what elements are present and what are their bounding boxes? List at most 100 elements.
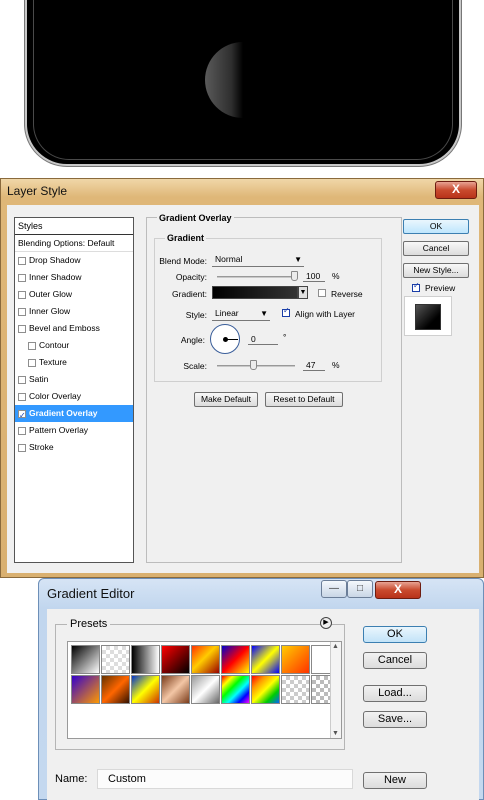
- preview-checkbox[interactable]: [412, 281, 420, 292]
- style-item-color-overlay[interactable]: Color Overlay: [15, 388, 133, 405]
- style-item-pattern-overlay[interactable]: Pattern Overlay: [15, 422, 133, 439]
- gradient-picker[interactable]: [212, 286, 298, 299]
- close-button[interactable]: X: [435, 181, 477, 199]
- presets-menu-arrow-icon[interactable]: ▶: [320, 617, 332, 629]
- angle-input[interactable]: 0: [248, 333, 278, 345]
- style-item-texture[interactable]: Texture: [15, 354, 133, 371]
- preset-swatch[interactable]: [161, 645, 190, 674]
- style-item-label: Gradient Overlay: [29, 408, 98, 418]
- preset-swatch[interactable]: [131, 645, 160, 674]
- style-item-stroke[interactable]: Stroke: [15, 439, 133, 456]
- align-with-layer-checkbox[interactable]: [282, 306, 290, 317]
- style-item-blending-options-default[interactable]: Blending Options: Default: [15, 235, 133, 252]
- style-checkbox[interactable]: [18, 443, 26, 452]
- preset-swatch[interactable]: [101, 675, 130, 704]
- style-item-label: Color Overlay: [29, 391, 81, 401]
- preset-swatch[interactable]: [251, 645, 280, 674]
- close-button[interactable]: X: [375, 581, 421, 599]
- preset-swatch[interactable]: [161, 675, 190, 704]
- style-checkbox[interactable]: [28, 358, 36, 367]
- preset-swatch[interactable]: [191, 675, 220, 704]
- preset-swatch[interactable]: [101, 645, 130, 674]
- preset-swatch[interactable]: [131, 675, 160, 704]
- cancel-button[interactable]: Cancel: [403, 241, 469, 256]
- style-item-contour[interactable]: Contour: [15, 337, 133, 354]
- presets-scrollbar[interactable]: ▲ ▼: [330, 642, 341, 738]
- reverse-checkbox[interactable]: [318, 289, 326, 297]
- style-checkbox[interactable]: [18, 307, 26, 316]
- style-checkbox[interactable]: [18, 407, 26, 424]
- chevron-down-icon: ▼: [260, 309, 268, 318]
- opacity-slider[interactable]: [217, 276, 295, 278]
- load-button[interactable]: Load...: [363, 685, 427, 702]
- opacity-input[interactable]: 100: [303, 270, 325, 282]
- preview-square: [415, 304, 441, 330]
- dialog-title: Layer Style: [7, 184, 68, 198]
- gradient-group: Gradient Blend Mode: Normal ▼ Opacity: 1…: [154, 233, 382, 382]
- angle-dial[interactable]: [210, 324, 240, 354]
- cancel-button[interactable]: Cancel: [363, 652, 427, 669]
- scale-percent: %: [332, 360, 340, 370]
- style-item-label: Outer Glow: [29, 289, 72, 299]
- reset-to-default-button[interactable]: Reset to Default: [265, 392, 343, 407]
- dialog-title: Gradient Editor: [47, 586, 135, 601]
- style-item-bevel-and-emboss[interactable]: Bevel and Emboss: [15, 320, 133, 337]
- phone-screen-border: [33, 0, 453, 160]
- style-item-drop-shadow[interactable]: Drop Shadow: [15, 252, 133, 269]
- new-button[interactable]: New: [363, 772, 427, 789]
- style-checkbox[interactable]: [18, 426, 26, 435]
- style-item-label: Stroke: [29, 442, 54, 452]
- style-checkbox[interactable]: [18, 324, 26, 333]
- minimize-button[interactable]: —: [321, 580, 347, 598]
- style-item-satin[interactable]: Satin: [15, 371, 133, 388]
- style-value: Linear: [215, 308, 239, 318]
- preset-swatch[interactable]: [281, 675, 310, 704]
- style-checkbox[interactable]: [18, 290, 26, 299]
- style-item-gradient-overlay[interactable]: Gradient Overlay: [15, 405, 133, 424]
- preset-swatch[interactable]: [71, 645, 100, 674]
- style-checkbox[interactable]: [18, 392, 26, 401]
- save-button[interactable]: Save...: [363, 711, 427, 728]
- scale-slider-handle[interactable]: [249, 360, 257, 370]
- preview-label: Preview: [425, 283, 456, 293]
- style-select[interactable]: Linear ▼: [212, 307, 270, 321]
- style-item-inner-glow[interactable]: Inner Glow: [15, 303, 133, 320]
- style-item-label: Inner Shadow: [29, 272, 82, 282]
- dialog-body: Presets ▶ ▲ ▼ OK Cancel Load... Save... …: [47, 609, 479, 800]
- new-style-button[interactable]: New Style...: [403, 263, 469, 278]
- group-title: Gradient: [165, 233, 207, 243]
- name-input[interactable]: Custom: [97, 769, 353, 789]
- ok-button[interactable]: OK: [363, 626, 427, 643]
- gradient-dropdown-arrow[interactable]: ▼: [298, 286, 308, 299]
- preset-swatch[interactable]: [281, 645, 310, 674]
- style-item-label: Texture: [39, 357, 67, 367]
- gradient-overlay-panel: Gradient Overlay Gradient Blend Mode: No…: [146, 213, 402, 563]
- opacity-slider-handle[interactable]: [291, 271, 298, 281]
- preset-swatch[interactable]: [221, 645, 250, 674]
- style-item-label: Contour: [39, 340, 70, 350]
- style-checkbox[interactable]: [18, 256, 26, 265]
- preset-swatch[interactable]: [251, 675, 280, 704]
- style-item-outer-glow[interactable]: Outer Glow: [15, 286, 133, 303]
- name-label: Name:: [55, 773, 88, 785]
- scale-input[interactable]: 47: [303, 359, 325, 371]
- blend-mode-select[interactable]: Normal ▼: [212, 253, 304, 267]
- phone-body: [25, 0, 461, 166]
- styles-header[interactable]: Styles: [15, 218, 133, 235]
- ok-button[interactable]: OK: [403, 219, 469, 234]
- preset-swatch[interactable]: [71, 675, 100, 704]
- make-default-button[interactable]: Make Default: [194, 392, 258, 407]
- angle-center-dot: [223, 337, 228, 342]
- style-item-inner-shadow[interactable]: Inner Shadow: [15, 269, 133, 286]
- scroll-down-icon[interactable]: ▼: [332, 730, 339, 737]
- style-checkbox[interactable]: [28, 341, 36, 350]
- angle-degree: °: [283, 332, 287, 342]
- panel-title: Gradient Overlay: [157, 213, 234, 223]
- maximize-button[interactable]: □: [347, 580, 373, 598]
- preset-swatch[interactable]: [221, 675, 250, 704]
- presets-label: Presets: [67, 618, 111, 630]
- style-checkbox[interactable]: [18, 273, 26, 282]
- scroll-up-icon[interactable]: ▲: [332, 643, 339, 650]
- preset-swatch[interactable]: [191, 645, 220, 674]
- style-checkbox[interactable]: [18, 375, 26, 384]
